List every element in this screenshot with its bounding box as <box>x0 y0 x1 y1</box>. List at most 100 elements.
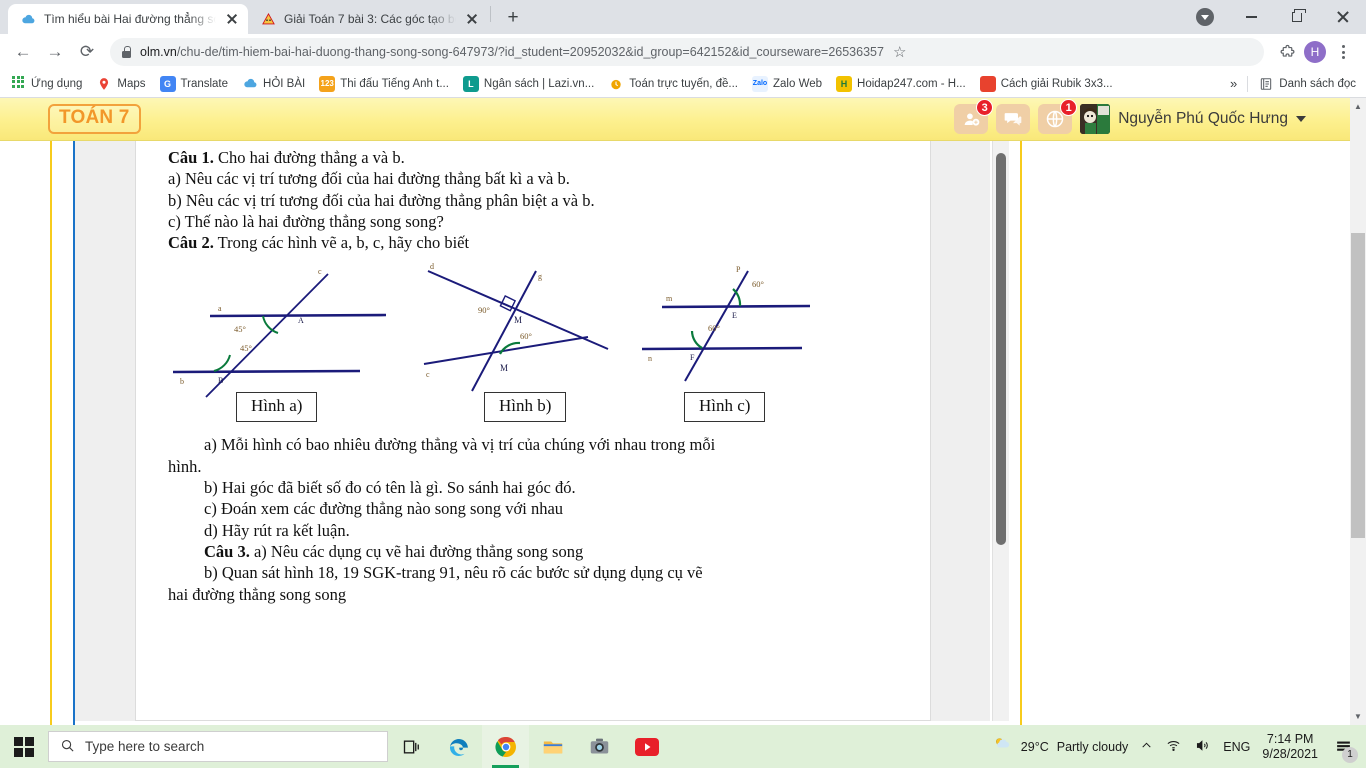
angle-60: 60° <box>520 331 532 341</box>
doc-line-text: Trong các hình vẽ a, b, c, hãy cho biết <box>213 233 470 253</box>
edge-icon[interactable] <box>435 725 482 768</box>
bookmark-label: Ngân sách | Lazi.vn... <box>483 77 595 90</box>
document-scrollbar[interactable] <box>992 141 1009 721</box>
bookmark-label: Cách giải Rubik 3x3... <box>1000 77 1113 90</box>
task-view-icon[interactable] <box>388 725 435 768</box>
address-bar[interactable]: olm.vn/chu-de/tim-hiem-bai-hai-duong-tha… <box>110 38 1264 66</box>
chrome-icon[interactable] <box>482 725 529 768</box>
weather-temperature: 29°C <box>1020 739 1049 754</box>
bookmark-maps[interactable]: Maps <box>96 76 146 92</box>
minimize-button[interactable] <box>1228 1 1274 33</box>
doc-line-bold: Câu 2. <box>168 233 214 253</box>
avatar[interactable] <box>1080 104 1111 134</box>
doc-line-bold: Câu 1. <box>168 148 214 167</box>
point-M-bottom: M <box>500 363 508 373</box>
youtube-icon[interactable] <box>623 725 670 768</box>
close-window-button[interactable] <box>1320 1 1366 33</box>
browser-window: Tìm hiểu bài Hai đường thẳng so Giải Toá… <box>0 0 1366 725</box>
site-icon <box>260 11 276 27</box>
bookmark-thidau[interactable]: 123 Thi đấu Tiếng Anh t... <box>319 75 449 92</box>
bookmark-label: Zalo Web <box>773 77 823 90</box>
notifications-button[interactable]: 1 <box>1038 99 1078 134</box>
angle-60-bottom: 60° <box>708 323 720 333</box>
bookmarks-bar-right: » Danh sách đọc <box>1230 75 1356 92</box>
system-tray: 29°C Partly cloudy ENG 7:14 PM 9/28/2021… <box>991 732 1366 763</box>
label-a: a <box>218 304 222 313</box>
tray-overflow-chevron-icon[interactable] <box>1140 739 1153 755</box>
clock[interactable]: 7:14 PM 9/28/2021 <box>1262 732 1318 762</box>
angle-45-bottom: 45° <box>240 343 252 353</box>
bookmark-hoibai[interactable]: HỎI BÀI <box>242 76 305 92</box>
bookmark-label: Ứng dụng <box>31 77 83 90</box>
angle-45-top: 45° <box>234 324 246 334</box>
doc-line: Câu 1. Cho hai đường thẳng a và b. <box>168 147 900 168</box>
right-yellow-rail <box>1020 141 1022 725</box>
scroll-up-arrow-icon[interactable]: ▲ <box>1350 98 1366 115</box>
page-viewport: TOÁN 7 3 1 Nguyễn Phú Quốc Hưng Câu 1. C… <box>0 98 1366 725</box>
letter-l-icon: L <box>462 75 479 92</box>
windows-taskbar: Type here to search 29°C Partly cloudy E… <box>0 725 1366 768</box>
figure-hinh-b: d g c 90° 60° M M Hình b) <box>416 259 616 423</box>
bookmark-label: Hoidap247.com - H... <box>857 77 966 90</box>
messages-button[interactable] <box>996 104 1031 134</box>
reading-list-button[interactable]: Danh sách đọc <box>1258 76 1356 92</box>
bookmark-zalo[interactable]: Zalo Zalo Web <box>752 75 823 92</box>
figure-caption: Hình b) <box>484 392 567 423</box>
bookmark-toantructuyen[interactable]: Toán trực tuyến, đề... <box>608 76 738 92</box>
language-indicator[interactable]: ENG <box>1223 740 1250 754</box>
reload-icon[interactable]: ⟳ <box>72 37 102 67</box>
figure-caption: Hình a) <box>236 392 318 423</box>
map-pin-icon <box>96 76 112 92</box>
scroll-down-arrow-icon[interactable]: ▼ <box>1350 708 1366 725</box>
weather-widget[interactable]: 29°C Partly cloudy <box>991 735 1129 758</box>
site-logo[interactable]: TOÁN 7 <box>48 104 141 134</box>
start-button[interactable] <box>0 725 48 768</box>
page-body: Câu 1. Cho hai đường thẳng a và b. a) Nê… <box>0 141 1366 725</box>
label-g: g <box>538 272 542 281</box>
kebab-menu-icon[interactable] <box>1328 37 1358 67</box>
back-icon[interactable]: ← <box>8 37 38 67</box>
close-icon[interactable] <box>464 11 480 27</box>
document-scrollbar-thumb[interactable] <box>996 153 1006 545</box>
taskbar-apps <box>388 725 670 768</box>
clock-time: 7:14 PM <box>1266 731 1314 746</box>
wifi-icon[interactable] <box>1165 738 1182 756</box>
camera-icon[interactable] <box>576 725 623 768</box>
bookmark-star-icon[interactable]: ☆ <box>893 43 906 61</box>
bookmark-apps[interactable]: Ứng dụng <box>10 75 83 92</box>
bookmark-label: Thi đấu Tiếng Anh t... <box>340 77 449 90</box>
left-gray-gutter <box>75 141 135 721</box>
bookmark-rubik[interactable]: Cách giải Rubik 3x3... <box>979 75 1113 92</box>
bookmark-label: HỎI BÀI <box>263 77 306 90</box>
extensions-puzzle-icon[interactable] <box>1272 37 1302 67</box>
user-name[interactable]: Nguyễn Phú Quốc Hưng <box>1118 110 1288 128</box>
page-scrollbar-thumb[interactable] <box>1351 233 1365 538</box>
profile-avatar[interactable]: H <box>1304 41 1326 63</box>
label-c: c <box>318 267 322 276</box>
reading-list-icon <box>1258 76 1274 92</box>
page-scrollbar[interactable]: ▲ ▼ <box>1350 98 1366 725</box>
browser-tab-2[interactable]: Giải Toán 7 bài 3: Các góc tạo bở <box>248 4 488 34</box>
friend-requests-button[interactable]: 3 <box>954 99 994 134</box>
label-b: b <box>180 377 184 386</box>
weather-description: Partly cloudy <box>1056 739 1129 754</box>
file-explorer-icon[interactable] <box>529 725 576 768</box>
browser-tab-1[interactable]: Tìm hiểu bài Hai đường thẳng so <box>8 4 248 34</box>
bookmark-hoidap247[interactable]: H Hoidap247.com - H... <box>836 75 966 92</box>
doc-line-text: c) Đoán xem các đường thẳng nào song son… <box>204 499 564 519</box>
url-path: /chu-de/tim-hiem-bai-hai-duong-thang-son… <box>176 45 884 59</box>
notification-center-button[interactable]: 1 <box>1330 732 1358 763</box>
badge-count: 1 <box>1060 99 1078 116</box>
figures-row: a b c A B 45° 45° Hình a) d g c 90° 60° … <box>168 259 900 434</box>
bookmark-lazi[interactable]: L Ngân sách | Lazi.vn... <box>462 75 595 92</box>
volume-icon[interactable] <box>1194 738 1211 756</box>
search-input[interactable]: Type here to search <box>48 731 388 762</box>
close-icon[interactable] <box>224 11 240 27</box>
bookmark-translate[interactable]: G Translate <box>159 75 228 92</box>
chevron-down-icon[interactable] <box>1296 116 1306 122</box>
maximize-button[interactable] <box>1274 1 1320 33</box>
download-indicator-button[interactable] <box>1182 1 1228 33</box>
forward-icon[interactable]: → <box>40 37 70 67</box>
bookmarks-overflow-button[interactable]: » <box>1230 76 1237 91</box>
new-tab-button[interactable]: + <box>499 4 527 32</box>
